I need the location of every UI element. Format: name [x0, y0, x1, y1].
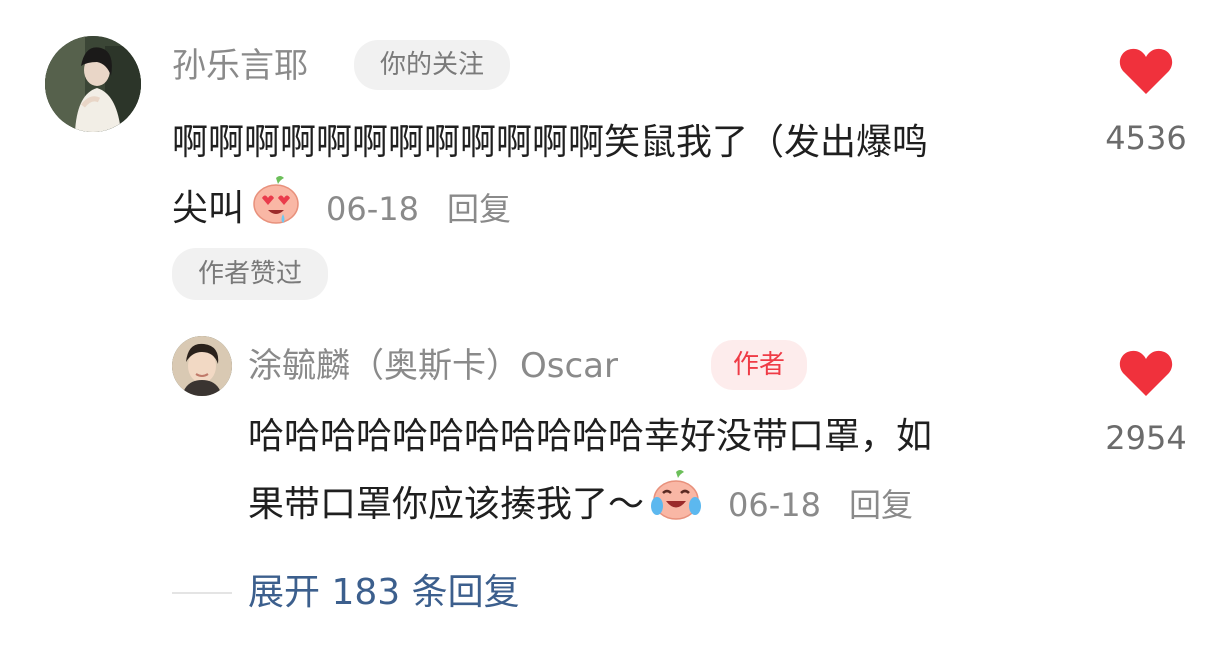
- comment-like-count: 4536: [1105, 119, 1187, 157]
- reply-reply-button[interactable]: 回复: [849, 486, 913, 524]
- comment-reply-button[interactable]: 回复: [447, 190, 511, 228]
- replier-avatar-image: [172, 336, 232, 396]
- author-liked-tag: 作者赞过: [172, 248, 328, 300]
- reply-text-line2: 果带口罩你应该揍我了～: [248, 484, 645, 525]
- commenter-name[interactable]: 孙乐言耶: [172, 44, 308, 88]
- heart-eyes-emoji: [250, 174, 302, 246]
- expand-divider: [172, 592, 232, 594]
- expand-replies-button[interactable]: 展开 183 条回复: [248, 570, 520, 616]
- author-badge: 作者: [711, 340, 807, 390]
- commenter-avatar-image: [45, 36, 141, 132]
- replier-name[interactable]: 涂毓麟（奥斯卡）Oscar: [248, 344, 618, 388]
- comment-text-line1: 啊啊啊啊啊啊啊啊啊啊啊啊笑鼠我了（发出爆鸣: [172, 122, 929, 163]
- reply-text: 哈哈哈哈哈哈哈哈哈哈哈幸好没带口罩，如 果带口罩你应该揍我了～ 06-18 回复: [248, 406, 1068, 544]
- following-tag: 你的关注: [354, 40, 510, 90]
- heart-icon: [1119, 350, 1173, 396]
- commenter-avatar[interactable]: [45, 36, 141, 132]
- comment-text-line2: 尖叫: [172, 188, 245, 229]
- comment-like-button[interactable]: 4536: [1105, 46, 1187, 176]
- reply-date: 06-18: [728, 486, 821, 524]
- reply-text-line1: 哈哈哈哈哈哈哈哈哈哈哈幸好没带口罩，如: [248, 416, 933, 457]
- comment-text: 啊啊啊啊啊啊啊啊啊啊啊啊笑鼠我了（发出爆鸣 尖叫 06-18 回复: [172, 112, 1072, 246]
- comment-date: 06-18: [326, 190, 419, 228]
- heart-icon: [1119, 48, 1173, 94]
- replier-avatar[interactable]: [172, 336, 232, 396]
- reply-like-button[interactable]: 2954: [1105, 348, 1187, 478]
- crying-laughing-emoji: [648, 468, 704, 544]
- reply-like-count: 2954: [1105, 419, 1187, 457]
